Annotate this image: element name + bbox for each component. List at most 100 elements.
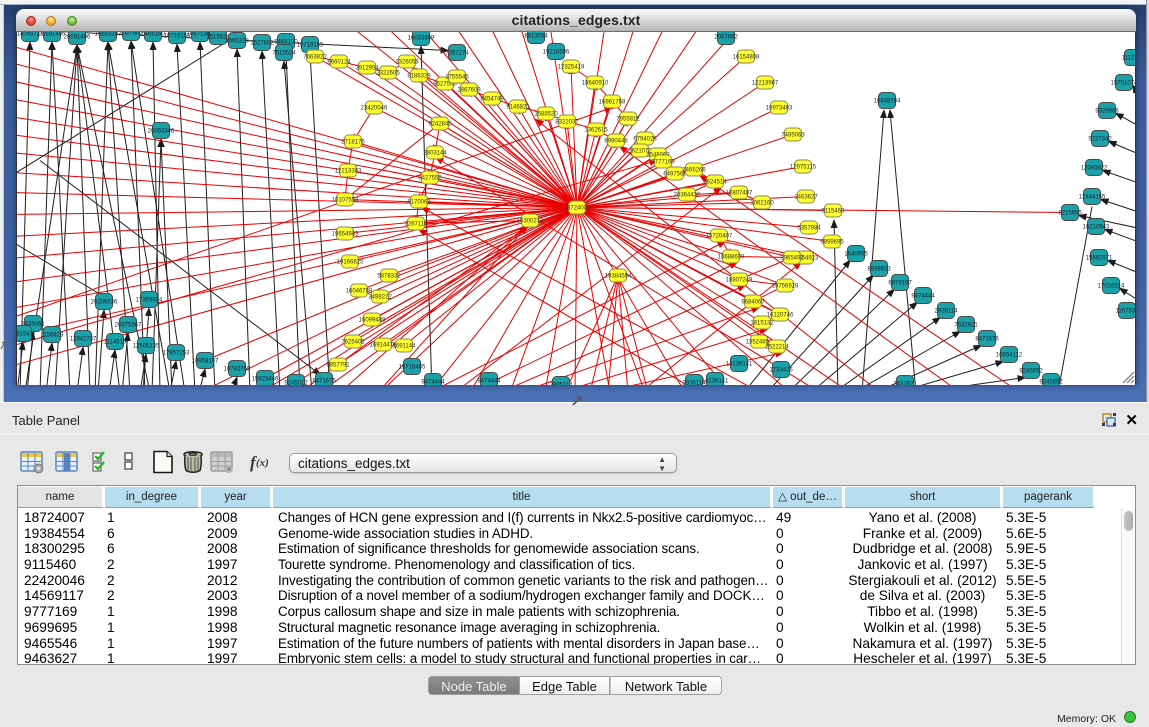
svg-text:9245012: 9245012 [284, 381, 308, 385]
svg-text:12093822: 12093822 [1081, 166, 1108, 172]
svg-text:1733426: 1733426 [769, 368, 793, 374]
svg-text:19756928: 19756928 [772, 284, 799, 290]
svg-text:9245652: 9245652 [1039, 380, 1063, 385]
svg-text:16120746: 16120746 [767, 313, 794, 319]
svg-text:9242845: 9242845 [428, 122, 452, 128]
svg-text:9115460: 9115460 [822, 209, 846, 215]
svg-text:8813054: 8813054 [524, 34, 548, 40]
svg-text:18807249: 18807249 [726, 278, 753, 284]
svg-text:12444155: 12444155 [1079, 195, 1106, 201]
svg-text:3498222: 3498222 [368, 295, 392, 301]
svg-text:10654112: 10654112 [996, 353, 1023, 359]
svg-text:17359924: 17359924 [136, 298, 163, 304]
svg-text:8660124: 8660124 [327, 60, 351, 66]
svg-text:19384554: 19384554 [605, 274, 632, 280]
svg-text:19218506: 19218506 [543, 50, 570, 56]
svg-text:9474444: 9474444 [421, 380, 445, 385]
svg-text:8454749: 8454749 [480, 97, 504, 103]
svg-text:9474444: 9474444 [911, 294, 935, 300]
svg-text:15692971: 15692971 [1086, 256, 1113, 262]
svg-text:15300273: 15300273 [517, 219, 544, 225]
svg-text:12325419: 12325419 [558, 65, 585, 71]
svg-text:1527602: 1527602 [250, 41, 274, 47]
svg-text:10719155: 10719155 [297, 43, 324, 49]
svg-text:1065328: 1065328 [225, 39, 249, 45]
svg-text:(x): (x) [256, 457, 269, 469]
svg-text:19166825: 19166825 [337, 260, 364, 266]
svg-text:1755546: 1755546 [445, 75, 469, 81]
svg-text:17957253: 17957253 [163, 351, 190, 357]
svg-text:15751074: 15751074 [1111, 81, 1136, 87]
svg-text:8215955: 8215955 [1058, 211, 1082, 217]
svg-text:6879197: 6879197 [888, 281, 912, 287]
svg-text:9329966: 9329966 [1095, 109, 1119, 115]
svg-text:9684067: 9684067 [741, 300, 765, 306]
svg-text:9146821: 9146821 [506, 105, 530, 111]
svg-text:1362615: 1362615 [584, 128, 608, 134]
svg-text:8990448: 8990448 [604, 139, 628, 145]
svg-text:1815132: 1815132 [750, 321, 774, 327]
svg-text:7663822: 7663822 [303, 55, 327, 61]
svg-text:1156829: 1156829 [41, 333, 65, 339]
svg-text:2935114: 2935114 [935, 309, 959, 315]
svg-text:12942737: 12942737 [70, 337, 97, 343]
svg-text:19654983: 19654983 [332, 232, 359, 238]
svg-text:16154808: 16154808 [733, 55, 760, 61]
svg-text:2803144: 2803144 [423, 151, 447, 157]
svg-text:2322605: 2322605 [376, 71, 400, 77]
svg-text:1965492: 1965492 [780, 256, 804, 262]
svg-text:17016514: 17016514 [1098, 284, 1125, 290]
svg-text:15720407: 15720407 [706, 234, 733, 240]
svg-text:8471676: 8471676 [975, 337, 999, 343]
svg-text:9245652: 9245652 [1019, 369, 1043, 375]
svg-text:1062160: 1062160 [750, 201, 774, 207]
svg-text:9899695: 9899695 [820, 240, 844, 246]
svg-text:6466160: 6466160 [141, 32, 165, 38]
svg-text:7357274: 7357274 [445, 51, 469, 57]
svg-text:2326058: 2326058 [395, 60, 419, 66]
svg-text:8322037: 8322037 [555, 120, 579, 126]
svg-text:1527602: 1527602 [119, 32, 143, 37]
svg-text:8186328: 8186328 [407, 74, 431, 80]
svg-text:20691406: 20691406 [39, 32, 66, 38]
svg-text:1691144: 1691144 [393, 344, 417, 350]
svg-text:2087682: 2087682 [714, 35, 738, 41]
svg-text:10688609: 10688609 [718, 255, 745, 261]
svg-text:16648784: 16648784 [874, 99, 901, 105]
svg-text:7485063: 7485063 [781, 133, 805, 139]
svg-text:8471676: 8471676 [312, 379, 336, 385]
svg-text:20975867: 20975867 [115, 323, 142, 329]
svg-text:18724007: 18724007 [564, 206, 591, 212]
svg-text:9474444: 9474444 [477, 379, 501, 385]
svg-text:1114519: 1114519 [104, 340, 127, 346]
svg-text:1463627: 1463627 [794, 195, 818, 201]
svg-text:7625402: 7625402 [341, 340, 365, 346]
svg-text:1112775: 1112775 [1122, 56, 1136, 62]
svg-text:2718176: 2718176 [341, 140, 365, 146]
svg-text:12213967: 12213967 [752, 81, 779, 87]
svg-text:12975115: 12975115 [790, 165, 817, 171]
svg-text:15923446: 15923446 [252, 377, 279, 383]
svg-text:16033809: 16033809 [408, 36, 435, 42]
svg-text:2522214: 2522214 [765, 345, 789, 351]
svg-text:1640955: 1640955 [844, 252, 868, 258]
svg-text:15716485: 15716485 [399, 365, 426, 371]
svg-text:3624514: 3624514 [703, 180, 727, 186]
svg-text:9777169: 9777169 [651, 160, 675, 166]
svg-text:20091406: 20091406 [64, 35, 91, 41]
svg-text:9857791: 9857791 [326, 363, 350, 369]
svg-text:8170063: 8170063 [407, 200, 431, 206]
svg-text:20206536: 20206536 [91, 300, 118, 306]
svg-text:5878332: 5878332 [377, 274, 401, 280]
svg-text:20053346: 20053346 [148, 129, 175, 135]
svg-text:2867608: 2867608 [457, 88, 481, 94]
svg-text:391547: 391547 [17, 332, 34, 338]
svg-text:7515524: 7515524 [272, 51, 296, 57]
svg-text:16961758: 16961758 [599, 100, 626, 106]
svg-text:10107553: 10107553 [332, 198, 359, 204]
svg-text:12505135: 12505135 [133, 344, 160, 350]
svg-text:6794028: 6794028 [633, 137, 657, 143]
svg-text:10653287: 10653287 [95, 32, 122, 38]
svg-text:10958107: 10958107 [192, 359, 219, 365]
svg-text:7955812: 7955812 [616, 117, 640, 123]
